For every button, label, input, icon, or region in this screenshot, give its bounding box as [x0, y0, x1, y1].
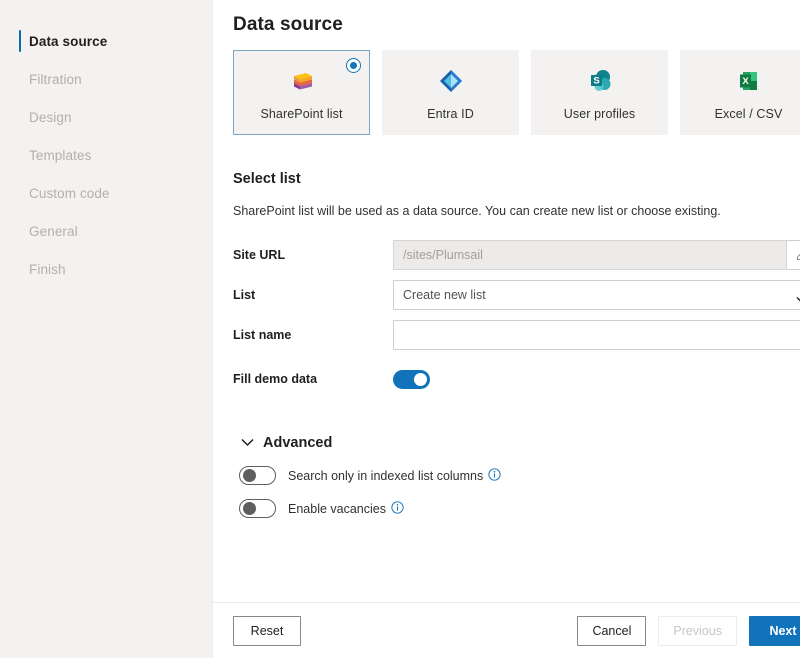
search-indexed-columns-toggle[interactable] — [239, 466, 276, 485]
entra-id-icon — [434, 64, 468, 98]
chevron-down-icon — [241, 434, 254, 452]
advanced-title: Advanced — [263, 435, 333, 451]
footer-actions: Cancel Previous Next — [577, 615, 800, 646]
excel-csv-icon: X — [732, 64, 766, 98]
list-label: List — [233, 288, 256, 302]
radio-selected-icon[interactable] — [346, 58, 361, 73]
wizard-content: Data source SharePoint list Entra ID S U… — [213, 0, 800, 658]
advanced-section: Advanced Search only in indexed list col… — [233, 434, 800, 518]
data-source-wizard: Data source Filtration Design Templates … — [0, 0, 800, 658]
svg-text:S: S — [593, 76, 599, 87]
enable-vacancies-toggle[interactable] — [239, 499, 276, 518]
sidebar-item-custom-code[interactable]: Custom code — [0, 174, 212, 212]
advanced-option-indexed-columns: Search only in indexed list columns — [233, 466, 800, 485]
active-accent-bar — [19, 30, 21, 52]
sidebar-item-templates[interactable]: Templates — [0, 136, 212, 174]
sidebar-item-label: Filtration — [29, 71, 82, 87]
source-card-label: Excel / CSV — [714, 107, 783, 121]
toggle-knob — [243, 469, 256, 482]
sidebar-item-general[interactable]: General — [0, 212, 212, 250]
source-card-entra-id[interactable]: Entra ID — [382, 50, 519, 135]
fill-demo-data-row: Fill demo data — [233, 364, 800, 394]
site-url-edit-button[interactable] — [787, 240, 800, 270]
info-icon[interactable] — [391, 500, 404, 517]
source-card-label: SharePoint list — [260, 107, 343, 121]
info-icon[interactable] — [488, 467, 501, 484]
fill-demo-data-toggle[interactable] — [393, 369, 430, 389]
site-url-label: Site URL — [233, 248, 286, 262]
source-card-excel-csv[interactable]: X Excel / CSV — [680, 50, 800, 135]
search-indexed-columns-label: Search only in indexed list columns — [288, 468, 484, 483]
select-list-title: Select list — [233, 171, 301, 187]
list-select-value: Create new list — [403, 288, 486, 302]
list-row: List Create new list — [233, 280, 800, 310]
user-profiles-icon: S — [583, 64, 617, 98]
site-url-input[interactable] — [393, 240, 787, 270]
sidebar-item-label: Custom code — [29, 185, 110, 201]
previous-button: Previous — [658, 615, 737, 646]
site-url-row: Site URL — [233, 240, 800, 270]
next-button[interactable]: Next — [749, 615, 800, 646]
fill-demo-data-label: Fill demo data — [233, 372, 318, 386]
svg-text:X: X — [742, 76, 749, 87]
cancel-button[interactable]: Cancel — [577, 615, 647, 646]
select-list-description: SharePoint list will be used as a data s… — [233, 204, 721, 218]
sidebar-item-label: General — [29, 223, 78, 239]
toggle-knob — [414, 372, 427, 386]
sidebar-item-filtration[interactable]: Filtration — [0, 60, 212, 98]
sharepoint-list-icon — [285, 64, 319, 98]
reset-button[interactable]: Reset — [233, 615, 301, 646]
sidebar-item-data-source[interactable]: Data source — [0, 22, 212, 60]
select-list-form: Site URL List Create ne — [233, 240, 800, 394]
list-select[interactable]: Create new list — [393, 280, 800, 310]
enable-vacancies-label: Enable vacancies — [288, 501, 386, 516]
pencil-icon — [796, 253, 800, 261]
source-card-label: User profiles — [563, 107, 636, 121]
sidebar-item-label: Finish — [29, 261, 66, 277]
sidebar-item-design[interactable]: Design — [0, 98, 212, 136]
list-name-input[interactable] — [393, 320, 800, 350]
wizard-footer: Reset Cancel Previous Next — [213, 602, 800, 658]
sidebar-item-label: Design — [29, 109, 72, 125]
sidebar-item-label: Data source — [29, 33, 108, 49]
list-name-label: List name — [233, 328, 292, 342]
data-source-card-group: SharePoint list Entra ID S User profiles… — [233, 50, 800, 135]
sidebar-item-label: Templates — [29, 147, 92, 163]
advanced-toggle-header[interactable]: Advanced — [233, 434, 800, 452]
wizard-sidebar: Data source Filtration Design Templates … — [0, 0, 213, 658]
toggle-knob — [243, 502, 256, 515]
page-title: Data source — [233, 14, 343, 35]
sidebar-item-finish[interactable]: Finish — [0, 250, 212, 288]
source-card-label: Entra ID — [427, 107, 474, 121]
advanced-option-enable-vacancies: Enable vacancies — [233, 499, 800, 518]
source-card-sharepoint-list[interactable]: SharePoint list — [233, 50, 370, 135]
list-name-row: List name — [233, 320, 800, 350]
source-card-user-profiles[interactable]: S User profiles — [531, 50, 668, 135]
